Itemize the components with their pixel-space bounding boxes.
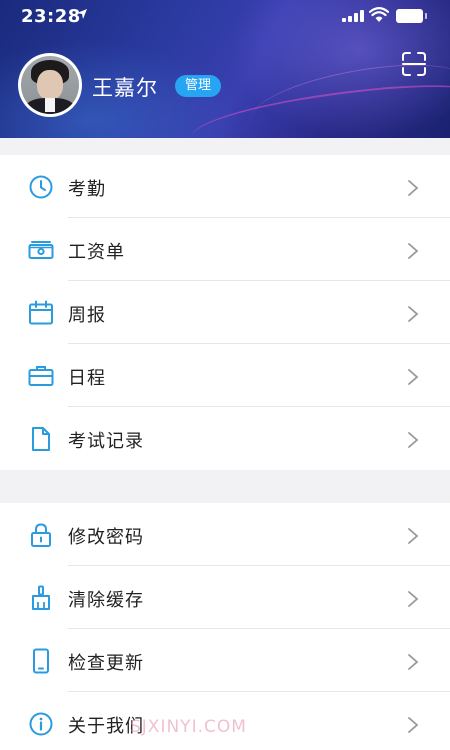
menu-item-label: 检查更新 <box>68 653 144 674</box>
document-icon <box>32 427 50 451</box>
menu-item-label: 修改密码 <box>68 527 144 548</box>
menu-item-attendance[interactable]: 考勤 <box>0 155 450 218</box>
menu-group-work: 考勤 工资单 周报 日程 考试记录 <box>0 155 450 470</box>
avatar-photo <box>21 56 79 114</box>
menu-item-exam-records[interactable]: 考试记录 <box>0 407 450 470</box>
chevron-right-icon <box>408 369 419 385</box>
menu-item-label: 考勤 <box>68 179 106 200</box>
location-arrow-icon <box>77 9 87 19</box>
wifi-icon <box>369 7 389 22</box>
menu-item-payslip[interactable]: 工资单 <box>0 218 450 281</box>
briefcase-icon <box>28 366 54 386</box>
chevron-right-icon <box>408 243 419 259</box>
menu-group-settings: 修改密码 清除缓存 检查更新 关于我们 <box>0 503 450 750</box>
chevron-right-icon <box>408 717 419 733</box>
menu-item-label: 日程 <box>68 368 106 389</box>
battery-icon <box>396 9 427 23</box>
menu-item-clear-cache[interactable]: 清除缓存 <box>0 566 450 629</box>
chevron-right-icon <box>408 654 419 670</box>
phone-icon <box>33 648 49 674</box>
chevron-right-icon <box>408 591 419 607</box>
clock-icon <box>29 175 53 199</box>
menu-item-label: 周报 <box>68 305 106 326</box>
broom-icon <box>32 585 50 610</box>
cell-signal-icon <box>342 10 364 22</box>
menu-item-check-update[interactable]: 检查更新 <box>0 629 450 692</box>
menu-item-label: 考试记录 <box>68 431 144 452</box>
lock-icon <box>31 523 51 547</box>
profile-header: 23:28 王嘉尔 管理 <box>0 0 450 138</box>
chevron-right-icon <box>408 528 419 544</box>
profile-screen: 23:28 王嘉尔 管理 考勤 工资单 周报 日程 考试记录 修改密码 清除缓存… <box>0 0 450 750</box>
calendar-icon <box>29 300 53 325</box>
payslip-icon <box>28 241 54 259</box>
scan-icon[interactable] <box>401 51 427 77</box>
chevron-right-icon <box>408 306 419 322</box>
menu-item-change-password[interactable]: 修改密码 <box>0 503 450 566</box>
status-bar: 23:28 <box>0 0 450 34</box>
status-time: 23:28 <box>21 6 81 27</box>
menu-item-weekly-report[interactable]: 周报 <box>0 281 450 344</box>
avatar[interactable] <box>18 53 82 117</box>
info-icon <box>29 712 53 736</box>
user-name: 王嘉尔 <box>92 76 158 100</box>
chevron-right-icon <box>408 432 419 448</box>
role-badge: 管理 <box>175 75 222 97</box>
chevron-right-icon <box>408 180 419 196</box>
menu-item-schedule[interactable]: 日程 <box>0 344 450 407</box>
watermark: SJXINYI.COM <box>130 717 247 737</box>
menu-item-label: 清除缓存 <box>68 590 144 611</box>
menu-item-label: 工资单 <box>68 242 125 263</box>
